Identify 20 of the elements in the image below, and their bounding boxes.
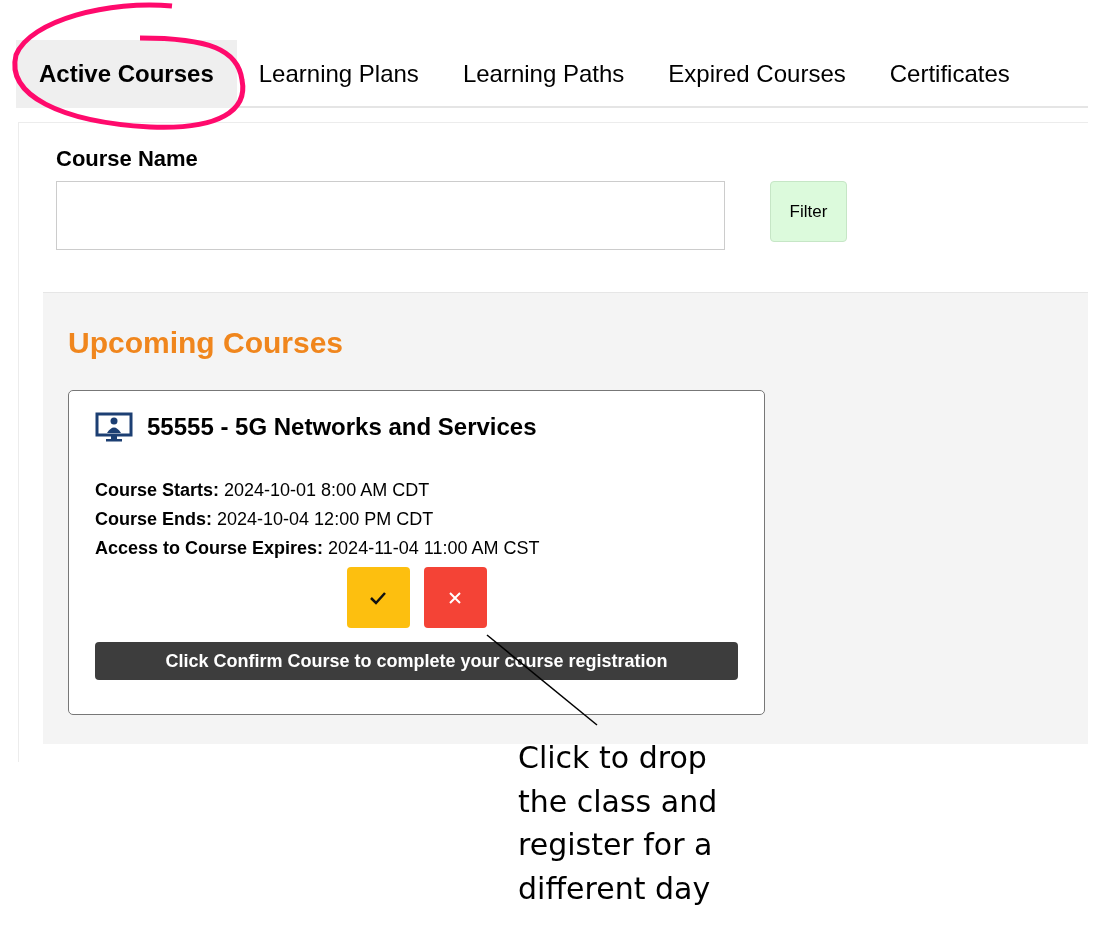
field-label: Course Name <box>56 145 199 173</box>
close-icon <box>448 590 462 605</box>
course-detail: Course Starts: 2024-10-01 8:00 AM CDT <box>95 480 431 501</box>
check-icon <box>369 590 387 605</box>
section-heading: Upcoming Courses <box>68 325 345 361</box>
computer-user-icon <box>95 412 133 442</box>
tab[interactable]: Expired Courses <box>646 40 868 108</box>
tab[interactable]: Learning Paths <box>440 40 647 108</box>
tab[interactable]: Certificates <box>867 40 1032 108</box>
annotation-text: Click to drop the class and register for a different day <box>518 739 718 908</box>
drop-button[interactable] <box>423 567 487 628</box>
tab[interactable]: Active Courses <box>16 40 237 108</box>
filter-button[interactable]: Filter <box>770 181 847 242</box>
course-name-field[interactable] <box>56 181 725 250</box>
registration-notice: Click Confirm Course to complete your course registration <box>95 642 738 680</box>
confirm-button[interactable] <box>346 567 410 628</box>
course-detail: Course Ends: 2024-10-04 12:00 PM CDT <box>95 509 435 530</box>
course-title: 55555 - 5G Networks and Services <box>147 412 537 442</box>
course-detail: Access to Course Expires: 2024-11-04 11:00 AM CST <box>95 538 541 559</box>
tab[interactable]: Learning Plans <box>236 40 441 108</box>
